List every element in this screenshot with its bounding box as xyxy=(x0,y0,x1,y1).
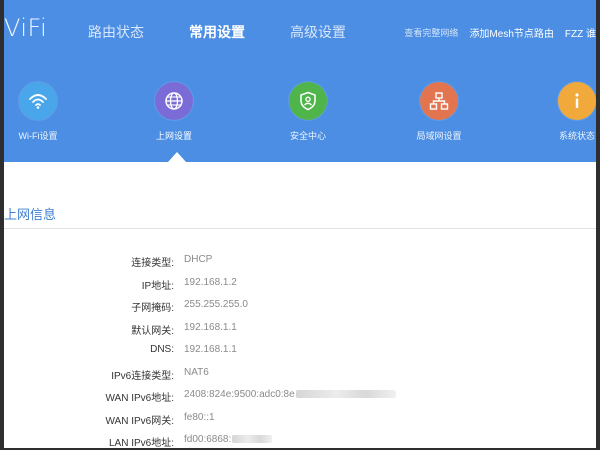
info-label: IP地址: xyxy=(141,280,174,292)
info-label: 默认网关: xyxy=(131,325,174,337)
info-value: 2408:824e:9500:adc0:8e xyxy=(184,389,295,400)
info-value: 192.168.1.2 xyxy=(184,276,237,288)
info-label: WAN IPv6地址: xyxy=(105,393,174,404)
shortcut-wifi-settings[interactable]: Wi-Fi设置 xyxy=(4,82,88,142)
network-icon xyxy=(420,82,458,120)
info-label: WAN IPv6网关: xyxy=(105,415,174,427)
main-nav: 路由状态 常用设置 高级设置 xyxy=(88,22,391,42)
view-network-link[interactable]: 查看完整网络 xyxy=(404,26,458,39)
info-row-ip-address: IP地址: 192.168.1.2 xyxy=(4,277,424,300)
info-icon xyxy=(558,82,596,120)
wifi-icon xyxy=(19,82,57,120)
info-value: fd00:6868: xyxy=(184,434,232,445)
info-row-ipv6-connection-type: IPv6连接类型: NAT6 xyxy=(4,367,424,390)
info-label: LAN IPv6地址: xyxy=(108,438,174,448)
shortcut-label: 系统状态 xyxy=(558,131,595,141)
info-row-dns: DNS: 192.168.1.1 xyxy=(4,344,424,367)
info-value: 192.168.1.1 xyxy=(184,344,237,355)
main-content: 上网信息 连接类型: DHCP IP地址: 192.168.1.2 子网掩码: … xyxy=(4,162,596,448)
shortcut-lan-settings[interactable]: 局域网设置 xyxy=(389,82,489,142)
info-value: 255.255.255.0 xyxy=(184,299,248,310)
shortcut-internet-settings[interactable]: 上网设置 xyxy=(124,82,224,142)
info-row-lan-ipv6-address: LAN IPv6地址: fd00:6868: xyxy=(4,434,424,448)
info-row-subnet-mask: 子网掩码: 255.255.255.0 xyxy=(4,299,424,322)
settings-shortcuts: Wi-Fi设置 上网设置 安全中心 局域网设置 系统状态 xyxy=(4,82,596,162)
redacted-blur xyxy=(295,390,396,399)
shortcut-label: 安全中心 xyxy=(289,131,326,141)
info-label: 子网掩码: xyxy=(131,303,174,314)
add-mesh-node-link[interactable]: 添加Mesh节点路由 xyxy=(469,25,553,40)
info-row-default-gateway: 默认网关: 192.168.1.1 xyxy=(4,322,424,345)
info-row-wan-ipv6-gateway: WAN IPv6网关: fe80::1 xyxy=(4,412,424,435)
info-value: DHCP xyxy=(184,254,213,265)
tab-advanced-settings[interactable]: 高级设置 xyxy=(290,22,346,42)
top-header: ViFi 路由状态 常用设置 高级设置 查看完整网络 添加Mesh节点路由 FZ… xyxy=(4,0,596,162)
shield-icon xyxy=(289,82,327,120)
globe-icon xyxy=(155,82,193,120)
internet-info-list: 连接类型: DHCP IP地址: 192.168.1.2 子网掩码: 255.2… xyxy=(4,254,424,448)
router-admin-window: ViFi 路由状态 常用设置 高级设置 查看完整网络 添加Mesh节点路由 FZ… xyxy=(4,0,596,448)
shortcut-security-center[interactable]: 安全中心 xyxy=(258,82,358,142)
shortcut-system-status[interactable]: 系统状态 xyxy=(527,82,596,142)
account-menu[interactable]: FZZ 谁 xyxy=(565,25,596,40)
header-links: 查看完整网络 添加Mesh节点路由 FZZ 谁 xyxy=(393,25,596,40)
info-value: fe80::1 xyxy=(184,411,215,423)
info-value: NAT6 xyxy=(184,366,209,378)
shortcut-label: 局域网设置 xyxy=(416,131,462,141)
shortcut-label: 上网设置 xyxy=(155,131,192,141)
shortcut-label: Wi-Fi设置 xyxy=(18,131,58,141)
info-value-redacted: fd00:6868: xyxy=(184,434,273,445)
info-value: 192.168.1.1 xyxy=(184,321,237,333)
tab-router-status[interactable]: 路由状态 xyxy=(88,22,144,42)
info-label: IPv6连接类型: xyxy=(111,370,174,382)
tab-common-settings[interactable]: 常用设置 xyxy=(189,22,245,42)
info-label: DNS: xyxy=(150,344,174,355)
info-label: 连接类型: xyxy=(131,258,174,269)
info-value-redacted: 2408:824e:9500:adc0:8e xyxy=(184,389,396,400)
section-divider xyxy=(4,228,596,229)
info-row-wan-ipv6-address: WAN IPv6地址: 2408:824e:9500:adc0:8e xyxy=(4,389,424,412)
brand-logo: ViFi xyxy=(4,14,48,42)
info-row-connection-type: 连接类型: DHCP xyxy=(4,254,424,277)
section-title: 上网信息 xyxy=(4,207,57,222)
active-shortcut-pointer xyxy=(168,152,186,162)
redacted-blur xyxy=(232,435,273,444)
